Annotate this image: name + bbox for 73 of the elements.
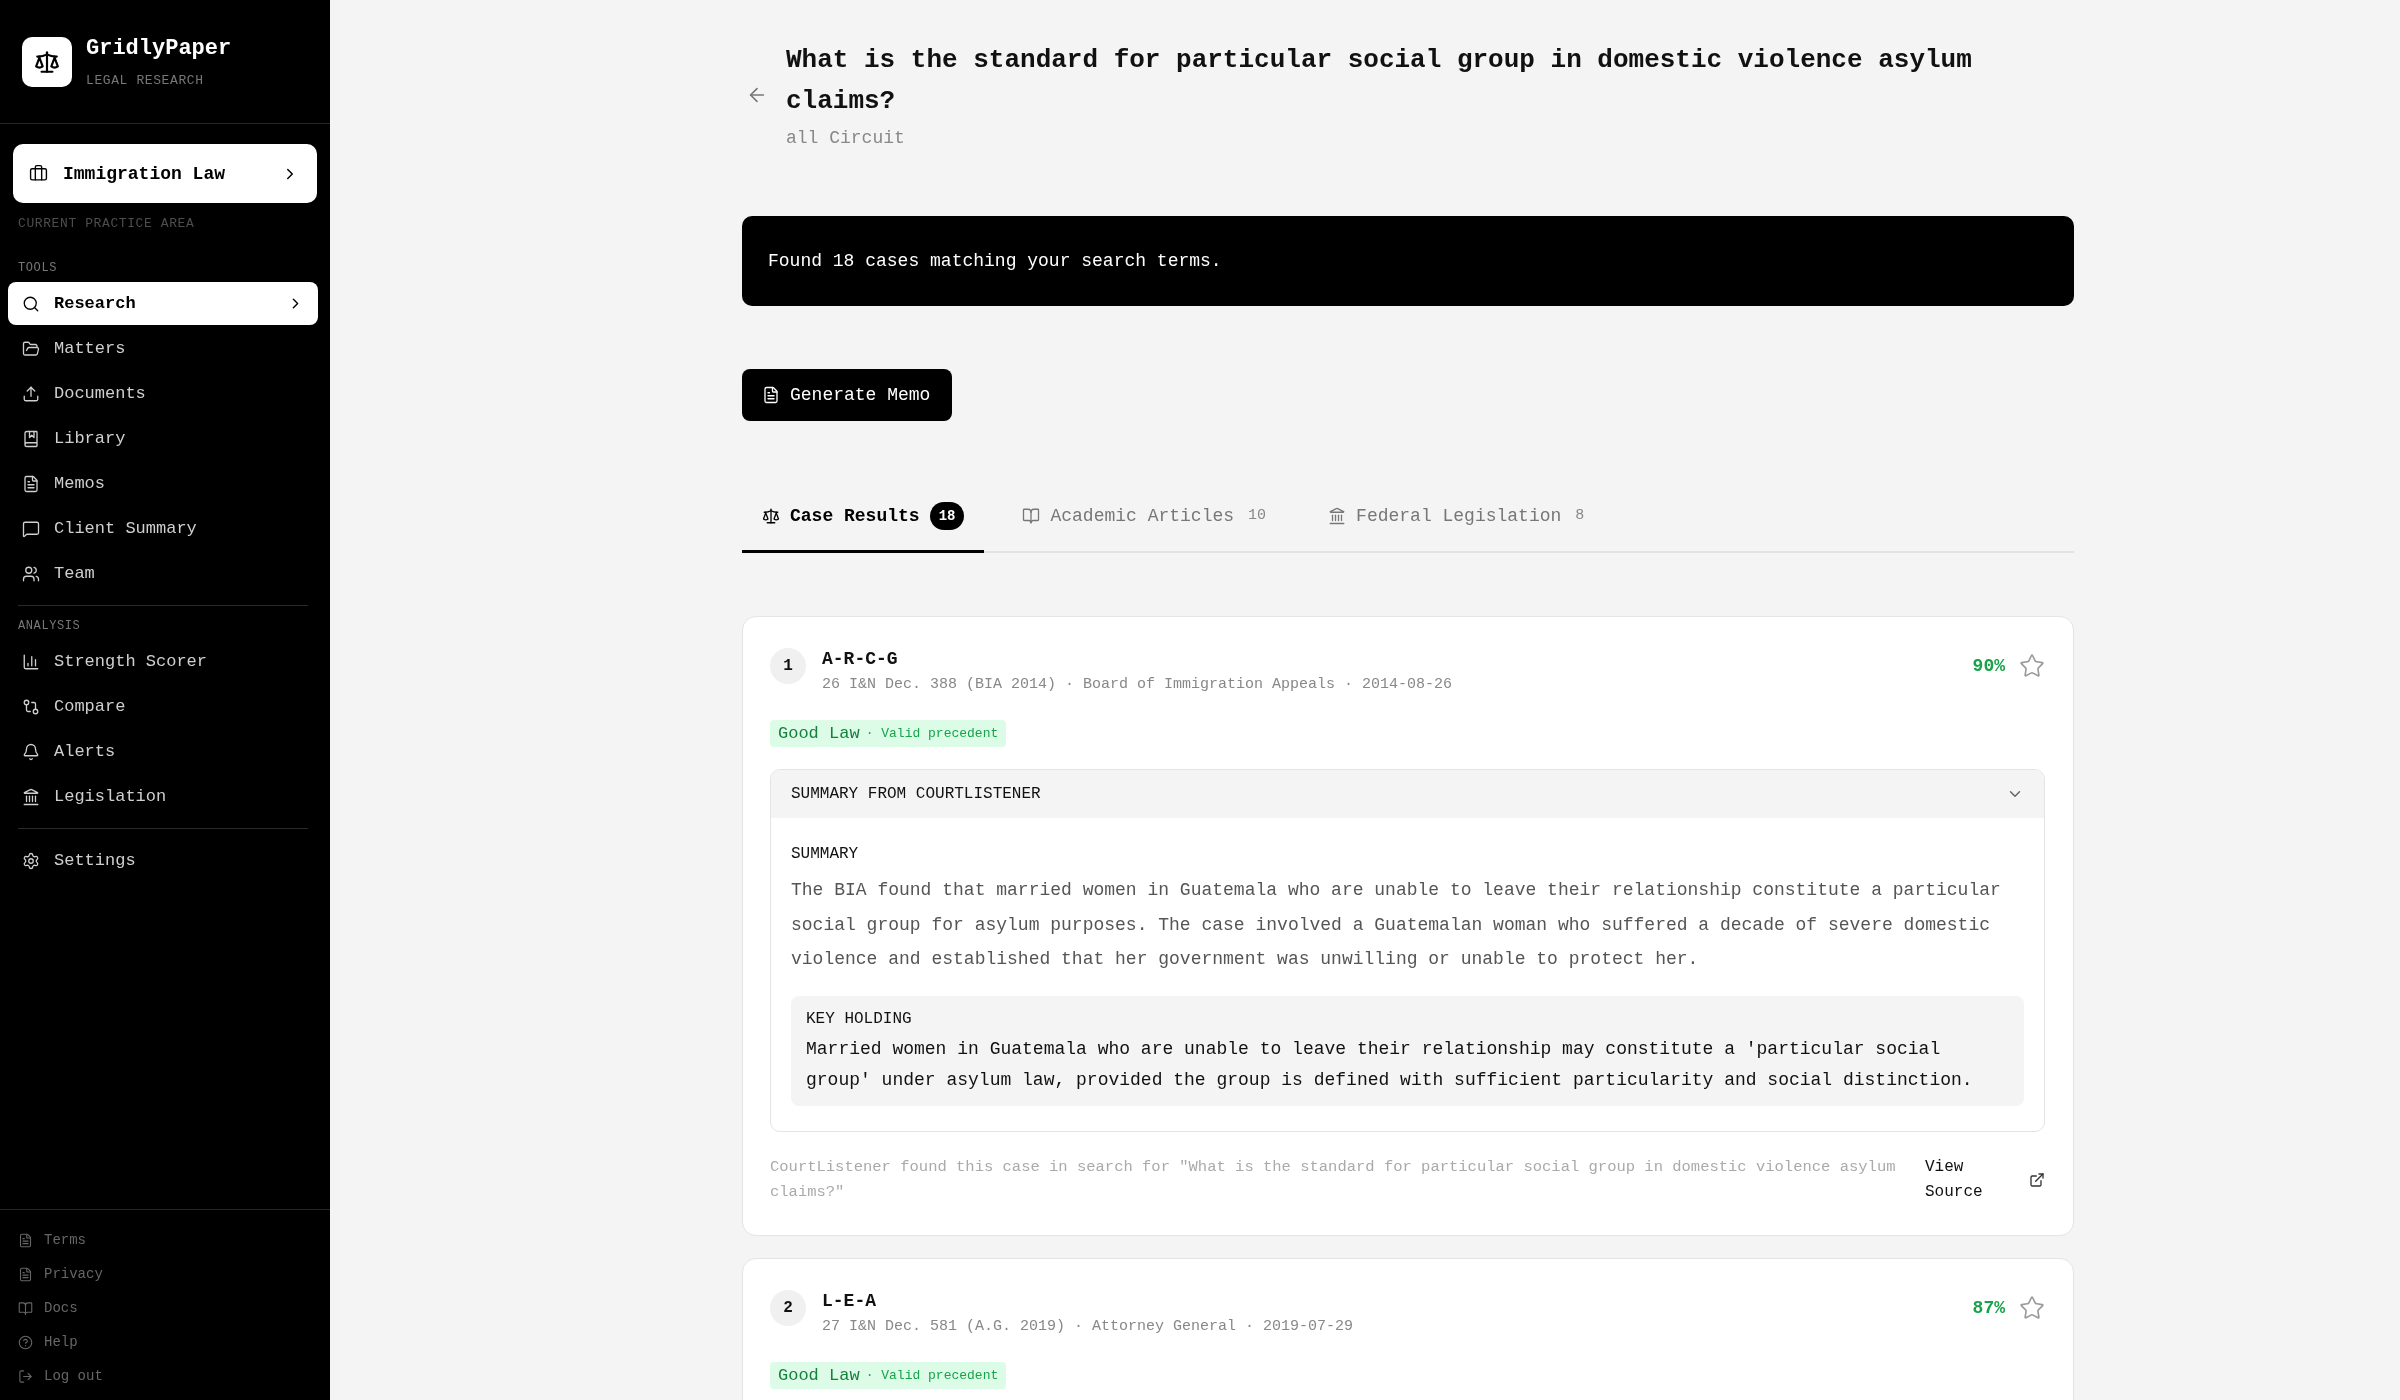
- open-book-icon: [1022, 507, 1041, 525]
- nav-item[interactable]: Compare: [8, 685, 318, 728]
- nav-item[interactable]: Memos: [8, 462, 318, 505]
- result-rank: 1: [770, 648, 806, 684]
- relevance-score: 90%: [1972, 656, 2005, 676]
- status-tag: Good Law · Valid precedent: [770, 1361, 1007, 1389]
- practice-area-button[interactable]: Immigration Law: [13, 144, 317, 203]
- columned-building-icon: [1328, 507, 1347, 525]
- star-icon[interactable]: [2019, 1294, 2045, 1321]
- section-heading: ANALYSIS: [18, 619, 82, 633]
- scales-logo-icon: [22, 36, 72, 87]
- nav-item[interactable]: Legislation: [8, 775, 318, 818]
- footer-link[interactable]: Terms: [0, 1223, 330, 1257]
- bar-chart-icon: [22, 652, 40, 671]
- practice-area-caption: CURRENT PRACTICE AREA: [18, 217, 196, 231]
- source-note: CourtListener found this case in search for "What is the standard for particular social group in domestic violence asylum claims?": [770, 1156, 1897, 1203]
- nav-item[interactable]: Matters: [8, 327, 318, 370]
- results-tab[interactable]: Federal Legislation 8: [1308, 481, 1609, 553]
- nav-item[interactable]: Client Summary: [8, 507, 318, 550]
- columned-building-icon: [22, 787, 40, 806]
- open-book-icon: [18, 1300, 33, 1316]
- nav-item[interactable]: Strength Scorer: [8, 640, 318, 683]
- bookmarked-book-icon: [22, 429, 40, 448]
- summary-text: The BIA found that married women in Guatemala who are unable to leave their relationship constitute a particular social group for asylum purposes. The case involved a Guatemalan woman who suffered a decade of severe domestic violence and established that her government was unwilling or unable to protect her.: [791, 879, 2002, 971]
- scales-icon: [762, 507, 780, 525]
- nav-item[interactable]: Library: [8, 417, 318, 460]
- document-icon: [22, 474, 40, 493]
- generate-memo-button[interactable]: Generate Memo: [742, 369, 953, 421]
- footer-link[interactable]: Docs: [0, 1291, 330, 1325]
- case-name: A-R-C-G: [822, 648, 899, 671]
- relevance-score: 87%: [1972, 1297, 2005, 1318]
- document-icon: [18, 1232, 33, 1248]
- nav-item[interactable]: Team: [8, 552, 318, 595]
- star-icon[interactable]: [2019, 653, 2045, 679]
- results-tab[interactable]: Academic Articles 10: [1002, 481, 1291, 553]
- settings-icon: [22, 851, 40, 870]
- case-citation: 27 I&N Dec. 581 (A.G. 2019) · Attorney General · 2019-07-29: [822, 1316, 1355, 1337]
- view-source-link[interactable]: View Source: [1925, 1154, 2045, 1205]
- case-name: L-E-A: [822, 1289, 877, 1313]
- folder-icon: [22, 339, 40, 358]
- status-tag: Good Law · Valid precedent: [770, 720, 1007, 747]
- footer-link[interactable]: Log out: [0, 1359, 330, 1393]
- document-icon: [18, 1266, 33, 1282]
- result-rank: 2: [770, 1289, 806, 1326]
- chat-bubble-icon: [22, 519, 40, 538]
- external-link-icon: [2029, 1171, 2045, 1188]
- brand-tagline: LEGAL RESEARCH: [86, 72, 205, 89]
- search-scope: all Circuit: [786, 127, 906, 150]
- results-tab[interactable]: Case Results 18: [742, 481, 985, 553]
- briefcase-icon: [29, 164, 48, 183]
- footer-link[interactable]: Help: [0, 1325, 330, 1359]
- page-title: What is the standard for particular social group in domestic violence asylum claims?: [786, 44, 1973, 118]
- summary-toggle[interactable]: SUMMARY FROM COURTLISTENER: [771, 770, 2044, 818]
- results-notice: Found 18 cases matching your search terms.: [742, 216, 2074, 306]
- nav-item[interactable]: Research: [8, 282, 318, 325]
- bell-icon: [22, 742, 40, 761]
- key-holding-label: KEY HOLDING: [806, 1008, 913, 1030]
- people-icon: [22, 564, 40, 583]
- key-holding-text: Married women in Guatemala who are unable to leave their relationship may constitute a 'particular social group' under asylum law, provided the group is defined with sufficient particularity and social distinction.: [806, 1037, 1974, 1092]
- logout-icon: [18, 1368, 33, 1384]
- nav-item[interactable]: Settings: [8, 839, 318, 882]
- summary-label: SUMMARY: [791, 844, 860, 865]
- nav-item[interactable]: Alerts: [8, 730, 318, 773]
- case-citation: 26 I&N Dec. 388 (BIA 2014) · Board of Immigration Appeals · 2014-08-26: [822, 675, 1454, 695]
- compare-arrows-icon: [22, 697, 40, 716]
- brand-name: GridlyPaper: [86, 34, 232, 63]
- document-icon: [762, 386, 780, 404]
- search-icon: [22, 294, 40, 313]
- help-icon: [18, 1334, 33, 1350]
- section-heading: TOOLS: [18, 261, 58, 275]
- footer-link[interactable]: Privacy: [0, 1257, 330, 1291]
- upload-icon: [22, 384, 40, 403]
- nav-item[interactable]: Documents: [8, 372, 318, 415]
